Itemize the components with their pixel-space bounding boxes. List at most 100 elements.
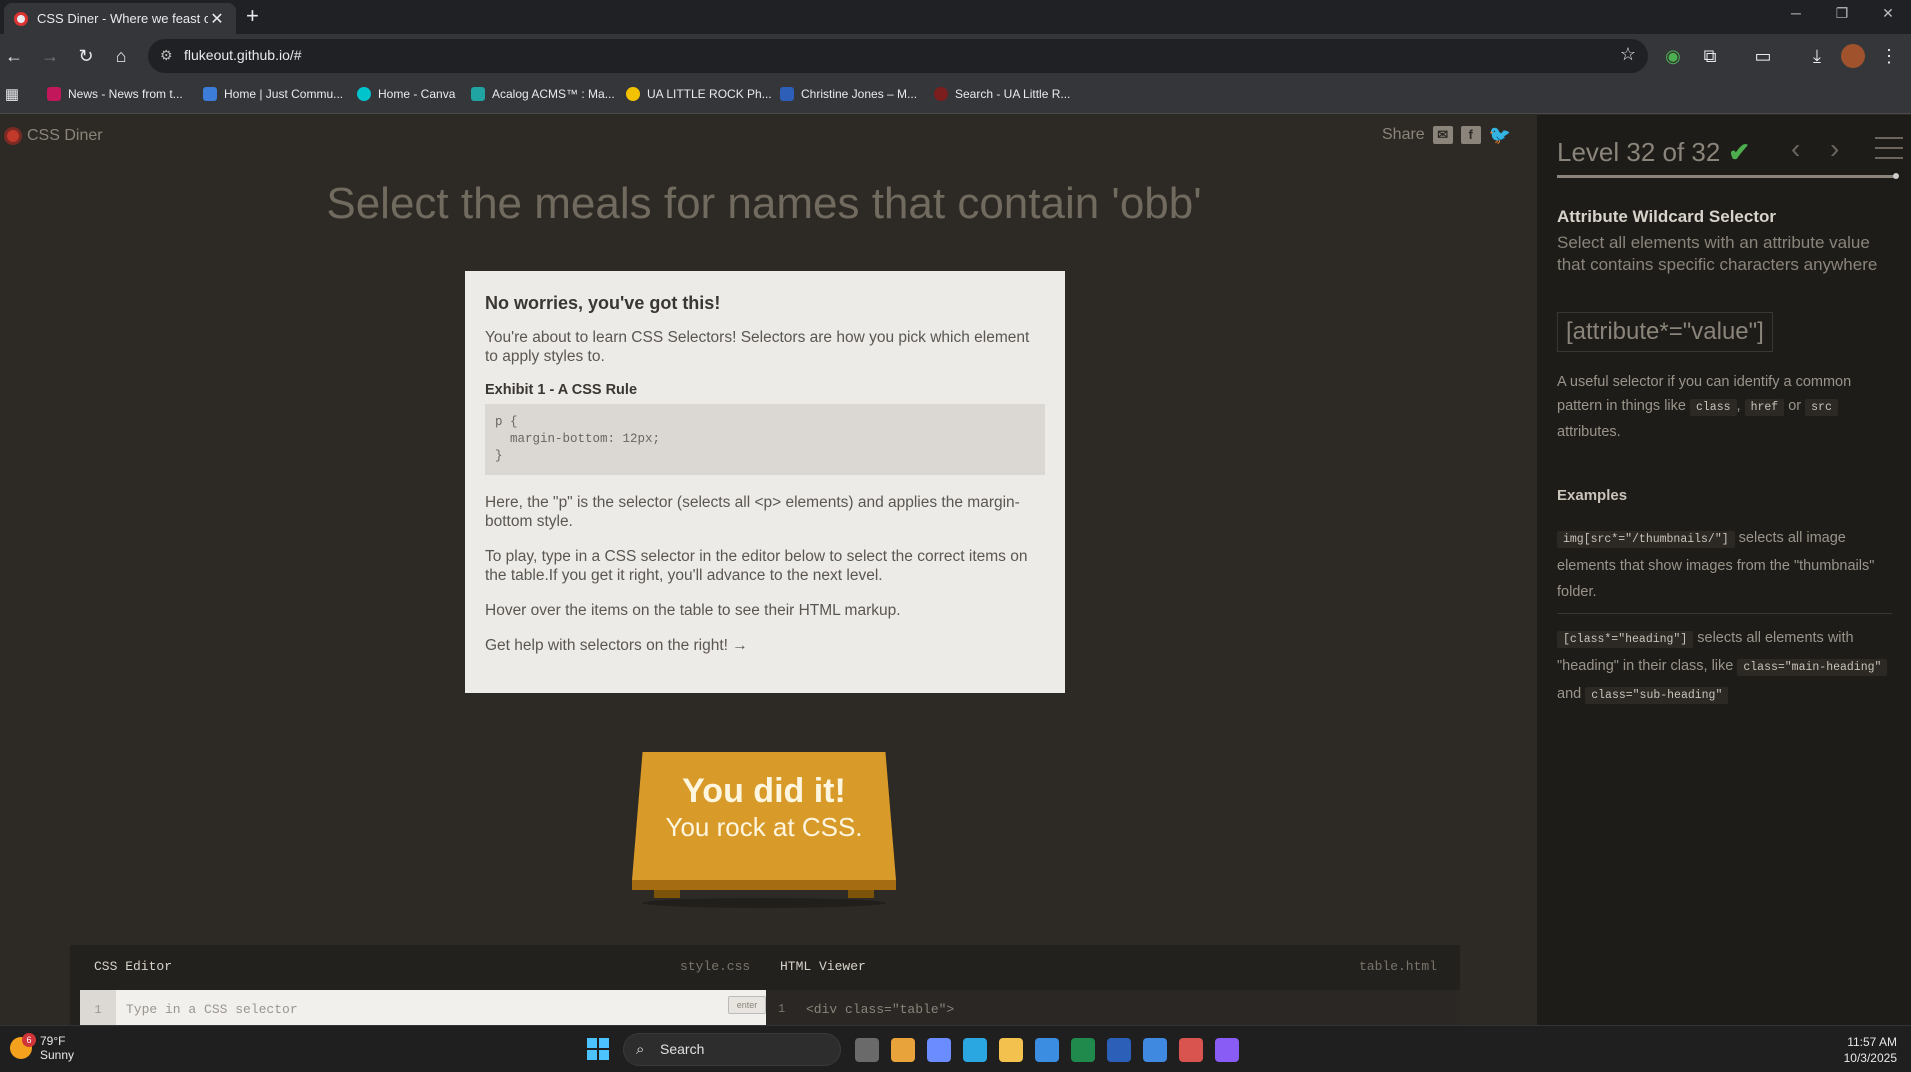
clock-date: 10/3/2025 [1843,1051,1897,1065]
bookmark-item[interactable]: Christine Jones – M... [780,87,917,101]
bookmark-item[interactable]: UA LITTLE ROCK Ph... [626,87,772,101]
winner-table: You did it! You rock at CSS. [632,752,896,908]
css-selector-input[interactable]: Type in a CSS selector [126,1002,298,1017]
address-bar[interactable]: ⚙ flukeout.github.io/# ☆ [148,39,1648,73]
grammarly-icon[interactable]: ◉ [1661,44,1685,68]
task-view-icon[interactable] [855,1038,879,1062]
level-menu-icon[interactable] [1875,137,1903,159]
twitter-icon[interactable]: 🐦 [1489,126,1511,144]
bookmark-item[interactable]: Acalog ACMS™ : Ma... [471,87,615,101]
copilot-icon[interactable] [927,1038,951,1062]
m365-icon[interactable] [1215,1038,1239,1062]
table-leg [848,890,874,898]
cortana-icon[interactable] [963,1038,987,1062]
enter-button[interactable]: enter [728,996,766,1014]
clock-time: 11:57 AM [1847,1035,1897,1049]
url-text[interactable]: flukeout.github.io/# [184,47,302,63]
browser-tab[interactable]: CSS Diner - Where we feast on ✕ [4,3,236,34]
example-code: [class*="heading"] [1557,631,1694,648]
menu-kebab-icon[interactable]: ⋮ [1877,44,1901,68]
apps-grid-icon[interactable]: ▦ [0,83,24,107]
reload-icon[interactable]: ↻ [74,44,98,68]
css-input-row: 1 Type in a CSS selector enter [80,990,766,1025]
code-class: class [1690,399,1737,416]
weather-widget[interactable]: 6 79°F Sunny [10,1033,75,1062]
code-href: href [1744,399,1785,416]
bookmark-favicon-icon [203,87,217,101]
bookmark-favicon-icon [780,87,794,101]
winner-title: You did it! [682,772,846,810]
minimize-button[interactable]: ─ [1773,0,1819,26]
exhibit-title: Exhibit 1 - A CSS Rule [485,382,638,398]
download-icon[interactable]: ⤓ [1805,44,1829,68]
bookmark-item[interactable]: Home - Canva [357,87,455,101]
editor-panel: CSS Editor style.css HTML Viewer table.h… [70,945,1460,1025]
html-markup[interactable]: <div class="table"> [806,1002,954,1017]
weather-temp: 79°F [40,1034,66,1048]
back-icon[interactable]: ← [2,44,26,68]
bookmark-star-icon[interactable]: ☆ [1620,44,1636,65]
chrome-icon[interactable] [891,1038,915,1062]
tab-favicon-icon [14,11,28,26]
example-code: class="main-heading" [1737,659,1888,676]
bookmark-item[interactable]: Home | Just Commu... [203,87,343,101]
example-item: [class*="heading"] selects all elements … [1557,625,1892,709]
word-icon[interactable] [1107,1038,1131,1062]
weather-condition: Sunny [40,1048,75,1062]
notification-badge: 6 [22,1033,36,1047]
css-rule-example: p { margin-bottom: 12px; } [485,404,1045,475]
start-button[interactable] [587,1038,609,1060]
tab-title: CSS Diner - Where we feast on [37,11,208,26]
winner-subtitle: You rock at CSS. [665,812,863,842]
progress-marker [1893,173,1899,179]
html-viewer-filename: table.html [1359,959,1438,974]
extensions-icon[interactable]: ⧉ [1698,44,1722,68]
modal-help: Get help with selectors on the right! → [485,637,748,654]
share-links: Share ✉ f 🐦 [1382,125,1512,145]
level-instruction: Select the meals for names that contain … [326,179,1202,228]
close-window-button[interactable]: ✕ [1865,0,1911,26]
tab-close-icon[interactable]: ✕ [208,9,226,29]
home-icon[interactable]: ⌂ [109,44,133,68]
bookmark-favicon-icon [471,87,485,101]
previous-level-button[interactable]: ‹ [1791,133,1800,165]
example-code: class="sub-heading" [1585,687,1729,704]
facebook-icon[interactable]: f [1460,126,1481,144]
modal-explain: Here, the "p" is the selector (selects a… [485,494,1020,530]
level-indicator: Level 32 of 32 [1557,137,1721,167]
modal-hover: Hover over the items on the table to see… [485,602,901,619]
forward-icon[interactable]: → [38,44,62,68]
taskbar-search[interactable]: ⌕ Search [623,1033,841,1066]
todo-icon[interactable] [1143,1038,1167,1062]
modal-heading: No worries, you've got this! [485,293,721,313]
selector-syntax: [attribute*="value"] [1557,312,1773,352]
css-editor-filename: style.css [680,959,751,974]
help-modal[interactable]: No worries, you've got this! You're abou… [465,271,1065,693]
example-code: img[src*="/thumbnails/"] [1557,531,1735,548]
css-editor-title: CSS Editor [94,959,173,974]
store-icon[interactable] [1035,1038,1059,1062]
site-logo[interactable]: CSS Diner [4,127,103,145]
browser-toolbar: ← → ↻ ⌂ ⚙ flukeout.github.io/# ☆ ◉ ⧉ ▭ ⤓… [0,34,1911,78]
next-level-button[interactable]: › [1830,133,1839,165]
system-clock[interactable]: 11:57 AM 10/3/2025 [1844,1034,1897,1066]
site-info-icon[interactable]: ⚙ [160,47,173,64]
bookmark-favicon-icon [626,87,640,101]
tab-search-icon[interactable]: ▭ [1751,44,1775,68]
css-line-number: 1 [80,990,116,1025]
new-tab-button[interactable]: + [246,4,259,28]
bookmark-item[interactable]: News - News from t... [47,87,183,101]
selector-hint: Select all elements with an attribute va… [1557,233,1878,274]
table-shadow [642,898,886,908]
example-divider [1557,613,1892,614]
table-edge [632,880,896,890]
restore-button[interactable]: ❐ [1819,0,1865,26]
bookmark-favicon-icon [934,87,948,101]
file-explorer-icon[interactable] [999,1038,1023,1062]
excel-icon[interactable] [1071,1038,1095,1062]
profile-avatar[interactable] [1841,44,1865,68]
bookmark-item[interactable]: Search - UA Little R... [934,87,1070,101]
snipping-icon[interactable] [1179,1038,1203,1062]
email-icon[interactable]: ✉ [1432,126,1453,144]
bookmark-favicon-icon [357,87,371,101]
